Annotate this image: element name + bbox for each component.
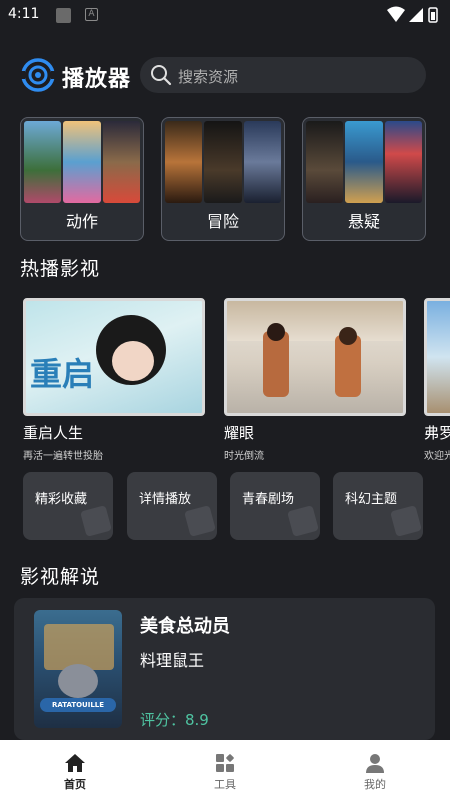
- hot-item-card[interactable]: 弗罗 欢迎光: [424, 298, 450, 462]
- tile-favorites[interactable]: 精彩收藏: [23, 472, 113, 540]
- notification-a-icon: A: [85, 8, 98, 21]
- search-input[interactable]: 搜索资源: [140, 57, 426, 93]
- tab-tools[interactable]: 工具: [150, 740, 300, 800]
- hot-item-card[interactable]: 重启 重启人生 再活一遍转世投胎: [23, 298, 205, 462]
- grid-icon: [216, 754, 234, 772]
- review-title: 美食总动员: [140, 616, 230, 637]
- app-logo-icon: [20, 58, 56, 92]
- tile-label: 精彩收藏: [35, 492, 88, 507]
- review-card[interactable]: RATATOUILLE 美食总动员 料理鼠王 评分：8.9: [14, 598, 435, 740]
- tile-decoration-icon: [184, 505, 216, 537]
- hot-item-subtitle: 欢迎光: [424, 451, 450, 462]
- review-poster: RATATOUILLE: [34, 610, 122, 728]
- category-posters: [306, 121, 422, 203]
- review-score: 评分：8.9: [140, 711, 209, 729]
- status-time: 4:11: [8, 6, 40, 22]
- tile-label: 科幻主题: [345, 492, 398, 507]
- review-subtitle: 料理鼠王: [140, 651, 205, 670]
- notification-icon: [56, 8, 71, 23]
- category-posters: [24, 121, 140, 203]
- tile-label: 青春剧场: [242, 492, 295, 507]
- status-bar: 4:11 A: [0, 0, 450, 30]
- tile-label: 详情播放: [139, 492, 192, 507]
- hot-item-thumbnail: [224, 298, 406, 416]
- tile-scifi[interactable]: 科幻主题: [333, 472, 423, 540]
- tile-decoration-icon: [390, 505, 422, 537]
- hot-item-title: 重启人生: [23, 424, 84, 442]
- app-name: 播放器: [62, 67, 132, 92]
- tab-home[interactable]: 首页: [0, 740, 150, 800]
- category-label: 冒险: [206, 212, 239, 231]
- tab-label: 首页: [64, 778, 86, 791]
- search-placeholder: 搜索资源: [178, 68, 239, 86]
- tile-decoration-icon: [287, 505, 319, 537]
- tile-youth-theater[interactable]: 青春剧场: [230, 472, 320, 540]
- category-card-mystery[interactable]: 悬疑: [302, 117, 426, 241]
- review-poster-text: RATATOUILLE: [40, 698, 116, 712]
- category-card-action[interactable]: 动作: [20, 117, 144, 241]
- wifi-battery-icon: [387, 6, 438, 23]
- hot-item-subtitle: 时光倒流: [224, 451, 264, 462]
- tab-label: 我的: [364, 778, 386, 791]
- search-icon: [151, 65, 172, 86]
- category-posters: [165, 121, 281, 203]
- user-icon: [366, 754, 384, 773]
- review-section-title: 影视解说: [20, 566, 101, 588]
- header: 播放器 搜索资源: [0, 50, 450, 100]
- tab-label: 工具: [214, 778, 236, 791]
- category-label: 动作: [65, 212, 98, 231]
- tile-decoration-icon: [80, 505, 112, 537]
- hot-item-title: 弗罗: [424, 424, 450, 442]
- hot-item-subtitle: 再活一遍转世投胎: [23, 451, 103, 462]
- category-label: 悬疑: [347, 212, 380, 231]
- tile-detail-play[interactable]: 详情播放: [127, 472, 217, 540]
- hot-item-title: 耀眼: [224, 424, 255, 442]
- category-card-adventure[interactable]: 冒险: [161, 117, 285, 241]
- hot-item-thumbnail: 重启: [23, 298, 205, 416]
- tab-profile[interactable]: 我的: [300, 740, 450, 800]
- hot-thumb-text: 重启: [30, 355, 95, 393]
- bottom-tab-bar: 首页 工具 我的: [0, 740, 450, 800]
- hot-section-title: 热播影视: [20, 258, 101, 280]
- home-icon: [65, 754, 85, 772]
- hot-item-card[interactable]: 耀眼 时光倒流: [224, 298, 406, 462]
- hot-item-thumbnail: [424, 298, 450, 416]
